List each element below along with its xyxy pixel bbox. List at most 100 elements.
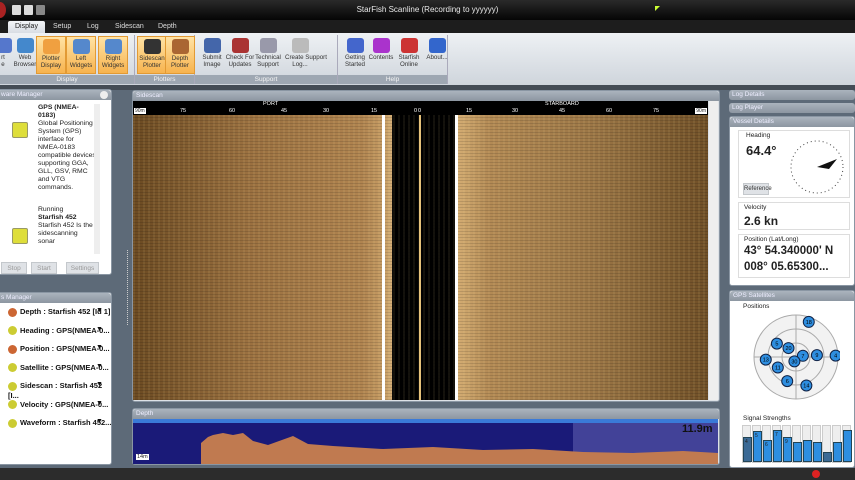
satellite-6: 6 (781, 375, 794, 388)
ribbon-group-display: rt e Web Browser Plotter Display Left Widge… (0, 35, 135, 84)
tab-depth[interactable]: Depth (151, 21, 184, 33)
ribbon-button-submit-image[interactable]: Submit Image (197, 36, 227, 74)
ribbon-button-label: Contents (368, 54, 394, 61)
source-item[interactable]: Position : GPS(NMEA-0... ▼ (8, 344, 113, 354)
sidescan-image[interactable] (133, 115, 708, 400)
source-item[interactable]: Waveform : Starfish 452... ▼ (8, 418, 113, 428)
satellite-20: 20 (782, 342, 795, 355)
ribbon-button-label: Plotter Display (40, 55, 62, 69)
start-button[interactable]: Start (31, 262, 57, 274)
satellite-14: 14 (800, 379, 813, 392)
log-player-header[interactable]: Log Player (729, 103, 855, 113)
record-icon[interactable] (812, 470, 820, 478)
ribbon-button-icon (16, 38, 34, 53)
tab-display[interactable]: Display (8, 21, 45, 33)
ribbon-button-plotter-display[interactable]: Plotter Display (36, 36, 66, 74)
ribbon-button-label: Sidescan Plotter (139, 55, 165, 69)
ribbon-button-check-for-updates[interactable]: Check For Updates (225, 36, 255, 74)
source-status-icon (8, 418, 17, 428)
dropdown-arrow-icon[interactable]: ▼ (96, 307, 103, 314)
source-label: Sidescan : Starfish 452 [I... (8, 381, 103, 400)
position-label: Position (Lat/Long) (744, 236, 799, 243)
reference-button[interactable]: Reference (743, 183, 772, 195)
dropdown-arrow-icon[interactable]: ▼ (96, 326, 103, 333)
ribbon-button-label: About... (426, 54, 448, 61)
satellite-13: 13 (759, 353, 772, 366)
signal-bar: 4 (743, 436, 752, 462)
svg-text:14: 14 (803, 384, 809, 390)
source-manager-panel: s Manager Depth : Starfish 452 [Id 1] ▼ He… (0, 292, 112, 465)
ribbon-button-technical-support[interactable]: Technical Support (253, 36, 283, 74)
ribbon-group-support: Submit Image Check For Updates Technical S… (195, 35, 338, 84)
range-tick: 75 (653, 108, 660, 114)
range-tick: 0 (418, 108, 422, 114)
ribbon-button-label: Depth Plotter (171, 55, 189, 69)
signal-bar (813, 442, 822, 462)
ribbon-button-depth-plotter[interactable]: Depth Plotter (165, 36, 195, 74)
satellite-4: 4 (829, 349, 840, 362)
ribbon-button-right-widgets[interactable]: Right Widgets (98, 36, 128, 74)
depth-scale: 14m (136, 454, 149, 460)
log-details-header[interactable]: Log Details (729, 90, 855, 100)
signal-bar (823, 451, 832, 462)
signal-slot: 6 (762, 425, 772, 463)
ribbon-button-icon (428, 38, 446, 53)
dropdown-arrow-icon[interactable]: ▼ (96, 344, 103, 351)
signal-bar: 7 (773, 429, 782, 462)
settings-icon[interactable] (100, 91, 108, 99)
source-item[interactable]: Sidescan : Starfish 452 [I... ▼ (8, 381, 113, 400)
signal-bar: 9 (783, 436, 792, 462)
ribbon-group-help: Getting Started Contents Starfish Online Ab… (338, 35, 448, 84)
port-bottom-edge (382, 115, 385, 400)
source-item[interactable]: Velocity : GPS(NMEA-0... ▼ (8, 400, 113, 410)
source-item[interactable]: Satellite : GPS(NMEA-0... ▼ (8, 363, 113, 373)
signal-bar: 6 (763, 440, 772, 462)
stop-button[interactable]: Stop (1, 262, 27, 274)
signal-slot: 4 (742, 425, 752, 463)
velocity-label: Velocity (744, 204, 767, 211)
ribbon-button-label: Left Widgets (69, 55, 93, 69)
ribbon-button-create-support-log-[interactable]: Create Support Log... (285, 36, 327, 74)
range-tick: 60 (229, 108, 236, 114)
compass-icon (790, 140, 844, 194)
ribbon-button-icon (259, 38, 277, 53)
satellite-5: 5 (770, 337, 783, 350)
source-item[interactable]: Heading : GPS(NMEA-0... ▼ (8, 326, 113, 336)
ribbon-button-icon (104, 39, 122, 54)
satellite-9: 9 (810, 349, 823, 362)
svg-text:20: 20 (785, 346, 791, 352)
scrollbar[interactable] (94, 104, 100, 254)
dropdown-arrow-icon[interactable]: ▼ (96, 381, 103, 388)
ribbon-button-icon (42, 39, 60, 54)
ribbon-group-label: Plotters (135, 75, 194, 84)
range-tick: 45 (281, 108, 288, 114)
tab-sidescan[interactable]: Sidescan (108, 21, 151, 33)
vertical-scrollbar[interactable] (709, 101, 718, 400)
ribbon-group-label: Support (195, 75, 337, 84)
range-tick: 15 (466, 108, 473, 114)
signal-slot: 7 (772, 425, 782, 463)
ribbon-button-contents[interactable]: Contents (366, 36, 396, 74)
source-status-icon (8, 363, 17, 373)
ribbon-button-sidescan-plotter[interactable]: Sidescan Plotter (137, 36, 167, 74)
svg-text:18: 18 (806, 320, 812, 326)
settings-button[interactable]: Settings (66, 262, 99, 274)
ribbon-button-label: rt e (1, 54, 5, 68)
ribbon-button-about-[interactable]: About... (422, 36, 452, 74)
ribbon-button-icon (203, 38, 221, 53)
tab-setup[interactable]: Setup (46, 21, 78, 33)
cursor-icon (655, 6, 660, 11)
signal-strengths-label: Signal Strengths (743, 415, 791, 422)
satellite-11: 11 (771, 361, 784, 374)
ribbon-button-left-widgets[interactable]: Left Widgets (66, 36, 96, 74)
splitter[interactable] (127, 250, 130, 325)
source-item[interactable]: Depth : Starfish 452 [Id 1] ▼ (8, 307, 113, 317)
range-tick: 75 (180, 108, 187, 114)
dropdown-arrow-icon[interactable]: ▼ (96, 400, 103, 407)
dropdown-arrow-icon[interactable]: ▼ (96, 418, 103, 425)
source-status-icon (8, 326, 17, 336)
ribbon-button-starfish-online[interactable]: Starfish Online (394, 36, 424, 74)
tab-log[interactable]: Log (80, 21, 106, 33)
dropdown-arrow-icon[interactable]: ▼ (96, 363, 103, 370)
ribbon-group-plotters: Sidescan Plotter Depth Plotter Plotters (135, 35, 195, 84)
